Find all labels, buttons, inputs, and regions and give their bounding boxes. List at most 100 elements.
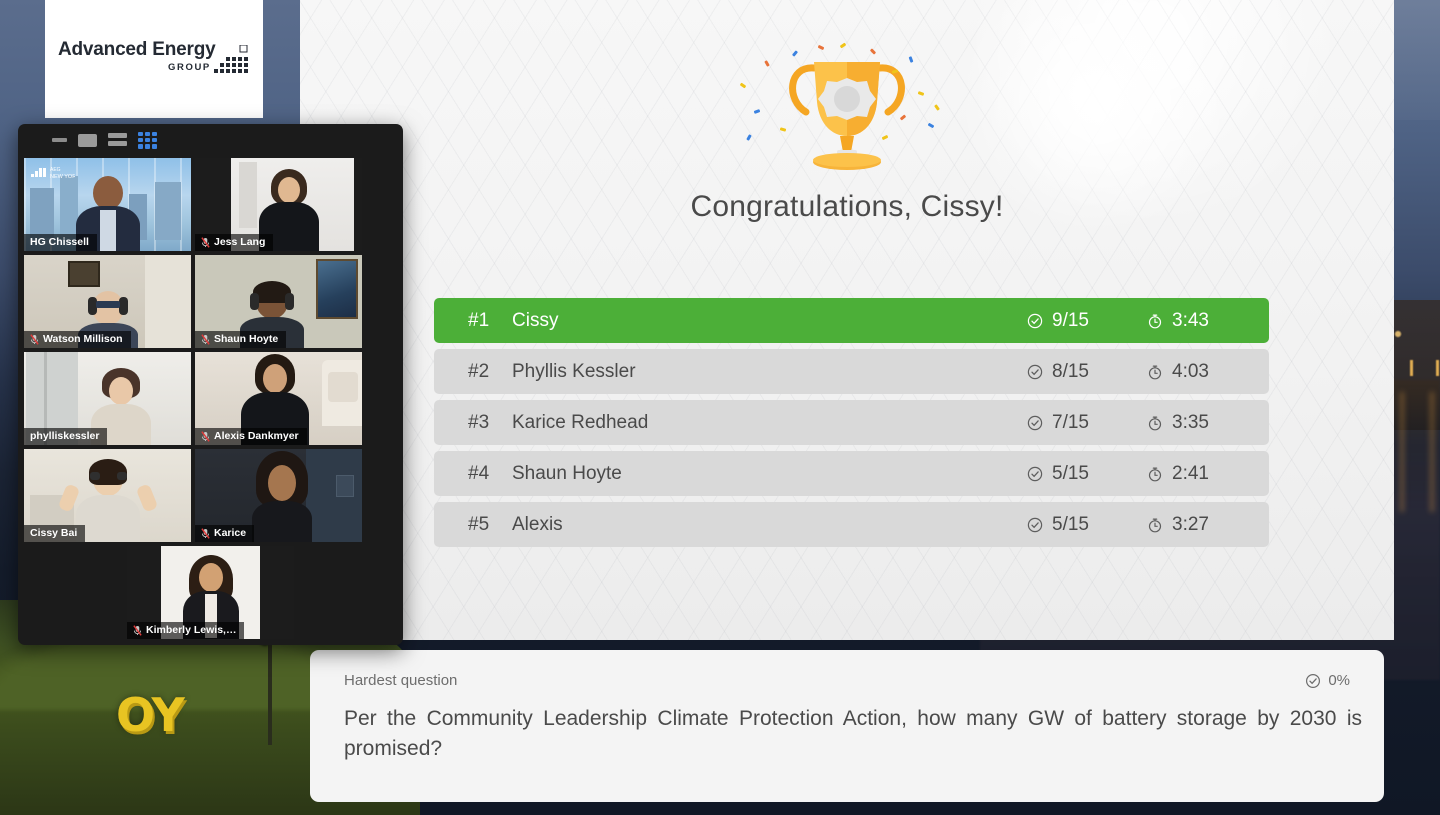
- participant-nametag: Kimberly Lewis,…: [127, 622, 245, 639]
- participant-nametag: Alexis Dankmyer: [195, 428, 307, 445]
- participant-nametag: Jess Lang: [195, 234, 274, 251]
- percentage-value: 0%: [1328, 672, 1350, 689]
- rank-label: #2: [468, 360, 490, 382]
- participant-tile[interactable]: Watson Millison: [24, 255, 191, 348]
- participant-tile[interactable]: Shaun Hoyte: [195, 255, 362, 348]
- stopwatch-icon: [1148, 313, 1162, 328]
- stopwatch-icon: [1148, 466, 1162, 481]
- muted-microphone-icon: [133, 624, 142, 636]
- player-name: Karice Redhead: [512, 411, 649, 433]
- muted-microphone-icon: [201, 527, 210, 539]
- score-value: 5/15: [1052, 513, 1089, 535]
- time-value: 4:03: [1172, 360, 1209, 382]
- rank-label: #5: [468, 513, 490, 535]
- participant-name: Alexis Dankmyer: [214, 430, 299, 442]
- muted-microphone-icon: [201, 430, 210, 442]
- check-circle-icon: [1027, 415, 1043, 430]
- participant-nametag: Watson Millison: [24, 331, 131, 348]
- participant-nametag: phylliskessler: [24, 428, 108, 445]
- table-row: #5 Alexis 5/15 3:27: [434, 502, 1269, 547]
- score-cell: 8/15: [1027, 361, 1147, 383]
- check-circle-icon: [1027, 466, 1043, 481]
- score-value: 5/15: [1052, 462, 1089, 484]
- participant-tile[interactable]: phylliskessler: [24, 352, 191, 445]
- participant-row: Cissy Bai Karice: [24, 449, 397, 542]
- shared-screen-panel: Congratulations, Cissy! #1 Cissy 9/15 3:…: [300, 0, 1394, 640]
- muted-microphone-icon: [201, 236, 210, 248]
- score-value: 7/15: [1052, 411, 1089, 433]
- stopwatch-icon: [1148, 415, 1162, 430]
- table-row: #2 Phyllis Kessler 8/15 4:03: [434, 349, 1269, 394]
- participant-name: Watson Millison: [43, 333, 123, 345]
- question-card-header: Hardest question 0%: [344, 672, 1350, 689]
- score-value: 9/15: [1052, 309, 1089, 331]
- participant-grid: AEG NEW YORK HG Chissell: [18, 156, 403, 639]
- page-title: Congratulations, Cissy!: [690, 190, 1004, 223]
- score-cell: 5/15: [1027, 463, 1147, 485]
- participant-name: Jess Lang: [214, 236, 266, 248]
- participant-name: Cissy Bai: [30, 527, 78, 539]
- rank-label: #4: [468, 462, 490, 484]
- time-cell: 3:43: [1147, 310, 1269, 332]
- time-value: 2:41: [1172, 462, 1209, 484]
- player-name: Shaun Hoyte: [512, 462, 622, 484]
- stopwatch-icon: [1148, 517, 1162, 532]
- score-value: 8/15: [1052, 360, 1089, 382]
- rank-label: #1: [468, 309, 490, 331]
- minimize-icon[interactable]: [52, 138, 67, 142]
- grid-view-icon[interactable]: [138, 131, 157, 149]
- table-row: #3 Karice Redhead 7/15 3:35: [434, 400, 1269, 445]
- check-circle-icon: [1027, 364, 1043, 379]
- participant-row: Kimberly Lewis,…: [24, 546, 397, 639]
- muted-microphone-icon: [30, 333, 39, 345]
- time-cell: 3:27: [1147, 514, 1269, 536]
- correct-percentage: 0%: [1305, 672, 1350, 689]
- participant-row: Watson Millison Shaun Hoyte: [24, 255, 397, 348]
- participant-tile[interactable]: AEG NEW YORK HG Chissell: [24, 158, 191, 251]
- player-name: Cissy: [512, 309, 559, 331]
- participant-tile[interactable]: Kimberly Lewis,…: [127, 546, 294, 639]
- participant-tile[interactable]: Cissy Bai: [24, 449, 191, 542]
- participant-row: phylliskessler Alexis Dankmyer: [24, 352, 397, 445]
- oy-sculpture-label: OY: [116, 688, 185, 742]
- check-circle-icon: [1306, 673, 1321, 688]
- score-cell: 9/15: [1027, 310, 1147, 332]
- time-value: 3:27: [1172, 513, 1209, 535]
- logo-subtitle: GROUP: [168, 62, 211, 73]
- time-value: 3:43: [1172, 309, 1209, 331]
- participant-name: HG Chissell: [30, 236, 89, 248]
- question-card-label: Hardest question: [344, 672, 458, 689]
- celebration-hero: [300, 40, 1394, 177]
- participant-name: Shaun Hoyte: [214, 333, 279, 345]
- participant-nametag: HG Chissell: [24, 234, 97, 251]
- question-text: Per the Community Leadership Climate Pro…: [344, 707, 1362, 761]
- participant-name: phylliskessler: [30, 430, 100, 442]
- player-name: Alexis: [512, 513, 563, 535]
- stopwatch-icon: [1148, 364, 1162, 379]
- table-row: #1 Cissy 9/15 3:43: [434, 298, 1269, 343]
- rank-label: #3: [468, 411, 490, 433]
- participant-tile[interactable]: Alexis Dankmyer: [195, 352, 362, 445]
- participant-nametag: Cissy Bai: [24, 525, 86, 542]
- logo-name: Advanced Energy: [58, 39, 216, 60]
- time-cell: 4:03: [1147, 361, 1269, 383]
- table-row: #4 Shaun Hoyte 5/15 2:41: [434, 451, 1269, 496]
- time-cell: 3:35: [1147, 412, 1269, 434]
- hardest-question-card: Hardest question 0% Per the Community Le…: [310, 650, 1384, 802]
- time-cell: 2:41: [1147, 463, 1269, 485]
- strip-view-icon[interactable]: [108, 133, 127, 147]
- participant-tile[interactable]: Karice: [195, 449, 362, 542]
- svg-text:NEW YORK: NEW YORK: [50, 174, 75, 180]
- time-value: 3:35: [1172, 411, 1209, 433]
- participant-nametag: Karice: [195, 525, 255, 542]
- advanced-energy-group-logo: Advanced Energy GROUP: [45, 0, 263, 118]
- muted-microphone-icon: [201, 333, 210, 345]
- score-cell: 5/15: [1027, 514, 1147, 536]
- bar-chart-dots-icon: [214, 45, 248, 73]
- svg-text:AEG: AEG: [50, 167, 61, 173]
- check-circle-icon: [1027, 517, 1043, 532]
- participant-nametag: Shaun Hoyte: [195, 331, 287, 348]
- participant-name: Karice: [214, 527, 247, 539]
- speaker-view-icon[interactable]: [78, 133, 97, 147]
- participant-name: Kimberly Lewis,…: [146, 624, 237, 636]
